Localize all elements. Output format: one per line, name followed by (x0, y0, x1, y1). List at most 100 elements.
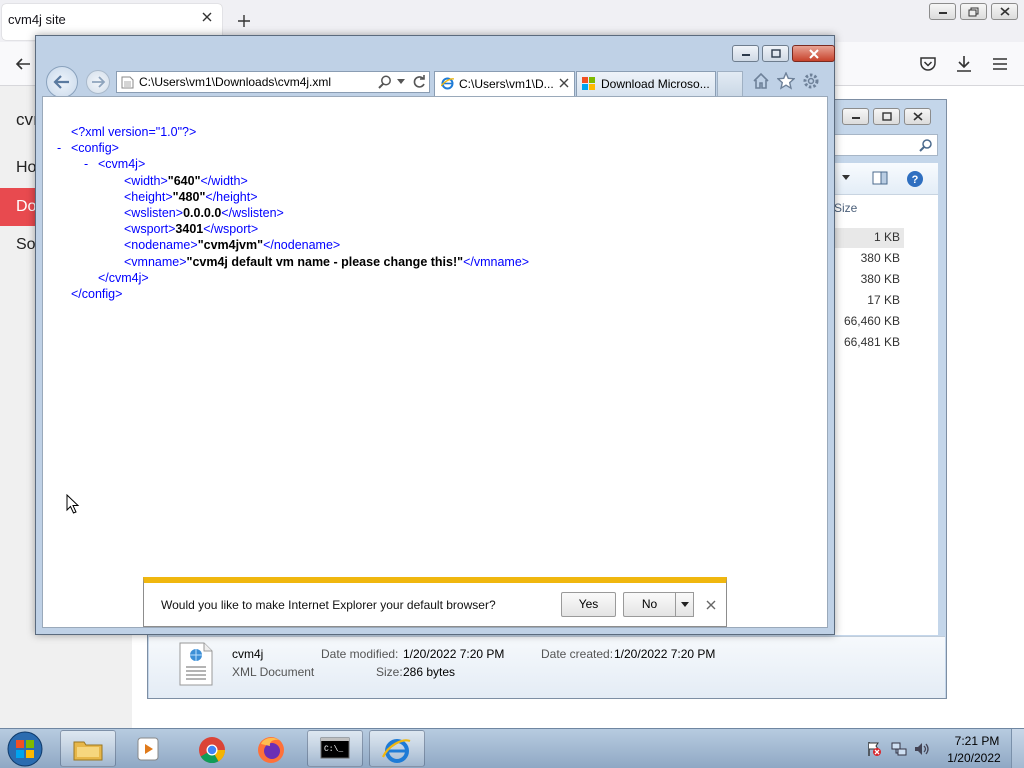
folder-icon (73, 741, 103, 761)
bg-tab-title: cvm4j site (8, 12, 66, 27)
xml-line: <width>"640"</width> (124, 174, 248, 188)
xml-line: - (84, 157, 88, 171)
internet-explorer-icon (382, 739, 411, 763)
xml-line: <cvm4j> (98, 157, 145, 171)
taskbar-chrome[interactable] (184, 730, 240, 767)
clock-date[interactable]: 1/20/2022 (946, 751, 1002, 765)
download-icon[interactable] (955, 55, 973, 73)
xml-tag: <vmname> (124, 255, 187, 269)
back-button[interactable] (46, 66, 78, 98)
xml-tag: <config> (71, 141, 119, 155)
xml-tag: </cvm4j> (98, 271, 149, 285)
help-icon[interactable]: ? (906, 170, 924, 188)
taskbar-media-player[interactable] (121, 730, 177, 767)
action-center-flag-icon[interactable] (866, 741, 882, 757)
details-modified-label: Date modified: (321, 647, 399, 661)
new-tab-icon[interactable] (236, 13, 252, 29)
xml-tag: <nodename> (124, 238, 198, 252)
xml-tag: <height> (124, 190, 173, 204)
forward-button[interactable] (86, 70, 110, 94)
close-button[interactable] (991, 3, 1018, 20)
start-button[interactable] (6, 730, 46, 768)
xml-file-icon (178, 641, 214, 687)
svg-text:C:\_: C:\_ (324, 745, 343, 754)
close-icon[interactable] (706, 600, 716, 610)
xml-processing-instruction: <?xml version="1.0"?> (71, 125, 197, 139)
gear-icon[interactable] (802, 72, 820, 90)
nav-source[interactable]: So (16, 236, 36, 254)
yes-button[interactable]: Yes (561, 592, 616, 617)
xml-line: </config> (71, 287, 122, 301)
explorer-search-input[interactable] (832, 134, 938, 156)
tab-label: Download Microso... (601, 77, 710, 91)
xml-value: "cvm4jvm" (197, 238, 264, 252)
close-icon[interactable] (199, 9, 215, 25)
xml-line: <nodename>"cvm4jvm"</nodename> (124, 238, 340, 252)
volume-icon[interactable] (914, 741, 930, 757)
chevron-down-icon[interactable] (397, 79, 405, 85)
notification-text: Would you like to make Internet Explorer… (161, 598, 496, 612)
ie-icon (441, 77, 454, 90)
show-desktop-button[interactable] (1011, 729, 1024, 768)
minimize-button[interactable] (929, 3, 956, 20)
taskbar-internet-explorer[interactable] (369, 730, 425, 767)
refresh-icon[interactable] (412, 75, 426, 89)
taskbar-cmd[interactable]: C:\_ (307, 730, 363, 767)
address-text[interactable]: C:\Users\vm1\Downloads\cvm4j.xml (139, 75, 331, 89)
nav-home[interactable]: Ho (16, 159, 36, 177)
xml-tag: </vmname> (463, 255, 530, 269)
page-icon (121, 76, 134, 89)
microsoft-logo-icon (582, 77, 595, 90)
close-button[interactable] (792, 45, 835, 62)
maximize-button[interactable] (873, 108, 900, 125)
svg-text:?: ? (912, 174, 919, 186)
restore-button[interactable] (960, 3, 987, 20)
xml-value: 0.0.0.0 (183, 206, 222, 220)
details-size-label: Size: (376, 665, 403, 679)
search-icon[interactable] (378, 75, 392, 89)
firefox-icon (258, 737, 284, 763)
xml-value: 3401 (175, 222, 204, 236)
nav-downloads[interactable]: Do (16, 198, 36, 216)
no-dropdown-button[interactable] (675, 592, 694, 617)
taskbar-firefox[interactable] (243, 730, 299, 767)
collapse-toggle[interactable]: - (57, 141, 61, 155)
preview-pane-icon[interactable] (872, 171, 888, 185)
explorer-toolbar: ? (832, 163, 938, 195)
xml-line: <height>"480"</height> (124, 190, 258, 204)
home-icon[interactable] (752, 72, 770, 90)
back-arrow-icon[interactable] (14, 56, 32, 72)
taskbar-explorer[interactable] (60, 730, 116, 767)
ie-window-controls (729, 45, 835, 62)
minimize-button[interactable] (842, 108, 869, 125)
bg-window-controls (925, 3, 1018, 20)
details-created-value: 1/20/2022 7:20 PM (614, 647, 716, 661)
xml-line: <wsport>3401</wsport> (124, 222, 258, 236)
xml-line: - (57, 141, 61, 155)
xml-tag: </height> (205, 190, 258, 204)
chevron-down-icon[interactable] (842, 175, 850, 181)
clock-time[interactable]: 7:21 PM (952, 734, 1002, 748)
minimize-button[interactable] (732, 45, 759, 62)
details-created-label: Date created: (541, 647, 614, 661)
close-tab-icon[interactable] (559, 78, 569, 88)
favorites-star-icon[interactable] (777, 72, 795, 90)
close-button[interactable] (904, 108, 931, 125)
xml-tag: <wsport> (124, 222, 176, 236)
xml-tag: <width> (124, 174, 168, 188)
hamburger-menu-icon[interactable] (991, 56, 1009, 72)
xml-line: <config> (71, 141, 119, 155)
chevron-down-icon (680, 602, 689, 607)
collapse-toggle[interactable]: - (84, 157, 88, 171)
maximize-button[interactable] (762, 45, 789, 62)
xml-tag: </wslisten> (221, 206, 284, 220)
media-player-icon (137, 737, 159, 761)
xml-line: <?xml version="1.0"?> (71, 125, 196, 139)
network-icon[interactable] (891, 741, 907, 757)
command-prompt-icon: C:\_ (320, 737, 350, 759)
no-button[interactable]: No (623, 592, 675, 617)
new-tab-button[interactable] (717, 71, 743, 96)
pocket-icon[interactable] (919, 55, 937, 73)
column-header-size[interactable]: Size (834, 201, 857, 215)
tab-label: C:\Users\vm1\D... (459, 77, 554, 91)
